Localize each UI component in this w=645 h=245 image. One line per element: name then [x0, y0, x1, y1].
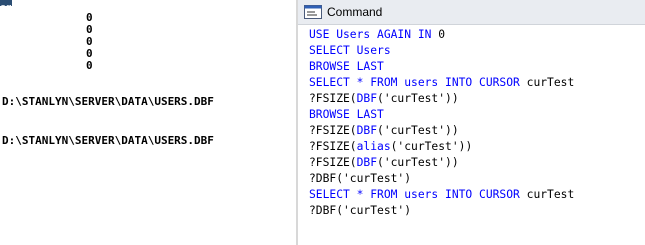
command-title-bar[interactable]: Command: [298, 0, 645, 25]
output-line: D:\STANLYN\SERVER\DATA\USERS.DBF: [2, 134, 214, 147]
text-token: ('curTest')): [390, 140, 473, 153]
command-history[interactable]: USE Users AGAIN IN 0 SELECT Users BROWSE L…: [309, 27, 643, 219]
keyword-token: alias: [356, 140, 391, 153]
keyword-token: DBF: [356, 156, 378, 169]
keyword-token: SELECT * FROM users INTO CURSOR: [309, 188, 527, 201]
text-token: ('curTest')): [377, 92, 459, 105]
text-token: ?FSIZE(: [309, 140, 357, 153]
command-line[interactable]: ?DBF('curTest'): [309, 171, 643, 187]
zero-output-column: 0 0 0 0 0: [86, 12, 98, 72]
command-line[interactable]: USE Users AGAIN IN 0: [309, 27, 643, 43]
output-line: D:\STANLYN\SERVER\DATA\USERS.DBF: [2, 95, 214, 108]
text-token: 0: [438, 28, 446, 41]
command-line[interactable]: ?DBF('curTest'): [309, 203, 643, 219]
keyword-token: USE Users AGAIN IN: [309, 28, 439, 41]
keyword-token: BROWSE LAST: [309, 108, 384, 121]
keyword-token: DBF: [356, 124, 378, 137]
command-line[interactable]: SELECT * FROM users INTO CURSOR curTest: [309, 187, 643, 203]
text-token: curTest: [526, 76, 575, 89]
command-line[interactable]: ?FSIZE(DBF('curTest')): [309, 91, 643, 107]
command-line[interactable]: SELECT * FROM users INTO CURSOR curTest: [309, 75, 643, 91]
command-window[interactable]: Command USE Users AGAIN IN 0 SELECT Users…: [298, 0, 645, 245]
command-line[interactable]: ?FSIZE(DBF('curTest')): [309, 123, 643, 139]
text-token: ?DBF('curTest'): [309, 172, 412, 185]
command-line[interactable]: SELECT Users: [309, 43, 643, 59]
command-window-icon: [304, 5, 322, 19]
command-line[interactable]: BROWSE LAST: [309, 59, 643, 75]
path-output: D:\STANLYN\SERVER\DATA\USERS.DBF D:\STAN…: [2, 69, 214, 173]
foxpro-screen-output: 0 0 0 0 0 D:\STANLYN\SERVER\DATA\USERS.D…: [0, 6, 296, 245]
text-token: ?FSIZE(: [309, 156, 357, 169]
text-token: ('curTest')): [377, 156, 459, 169]
keyword-token: BROWSE LAST: [309, 60, 384, 73]
command-line[interactable]: BROWSE LAST: [309, 107, 643, 123]
text-token: ('curTest')): [377, 124, 459, 137]
text-token: ?DBF('curTest'): [309, 204, 412, 217]
command-window-title: Command: [327, 5, 383, 19]
text-token: ?FSIZE(: [309, 92, 357, 105]
command-line[interactable]: ?FSIZE(alias('curTest')): [309, 139, 643, 155]
command-line[interactable]: ?FSIZE(DBF('curTest')): [309, 155, 643, 171]
text-token: curTest: [526, 188, 575, 201]
text-token: ?FSIZE(: [309, 124, 357, 137]
keyword-token: SELECT * FROM users INTO CURSOR: [309, 76, 527, 89]
keyword-token: SELECT Users: [309, 44, 391, 57]
keyword-token: DBF: [356, 92, 378, 105]
